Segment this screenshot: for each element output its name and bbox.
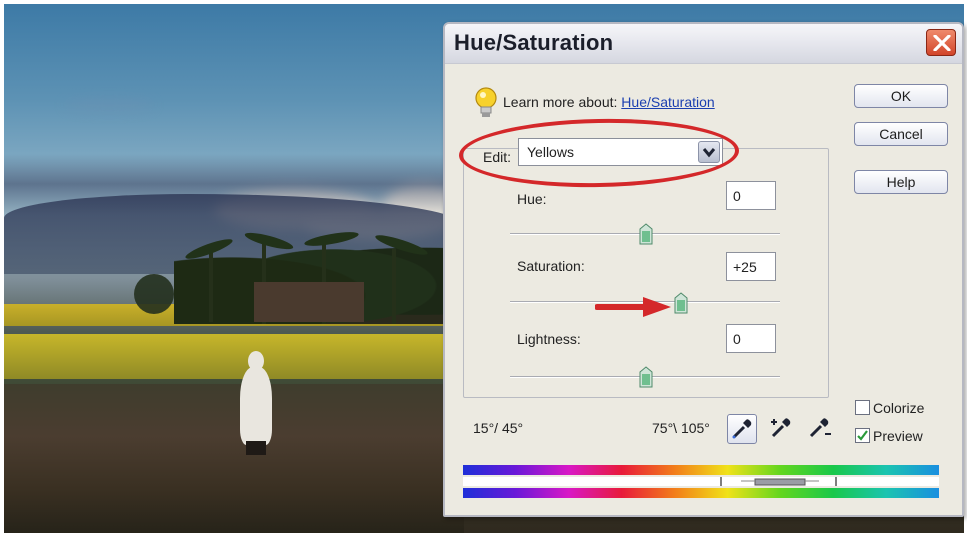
dialog-title: Hue/Saturation — [454, 30, 614, 55]
ok-button[interactable]: OK — [854, 84, 948, 108]
eyedropper-button[interactable] — [727, 414, 757, 444]
lightness-label: Lightness: — [517, 331, 581, 347]
lightbulb-icon — [475, 87, 497, 117]
color-spectrum-bottom — [463, 488, 939, 498]
range-handles[interactable] — [463, 477, 939, 486]
close-button[interactable] — [926, 29, 956, 56]
lightness-input[interactable]: 0 — [726, 324, 776, 353]
learn-more-prefix: Learn more about: — [503, 94, 618, 110]
saturation-slider-thumb[interactable] — [674, 292, 688, 314]
title-bar: Hue/Saturation — [445, 24, 962, 64]
hue-saturation-dialog: Hue/Saturation Learn more about: Hue/Sat… — [443, 22, 964, 517]
learn-more-text: Learn more about: Hue/Saturation — [503, 94, 715, 110]
color-spectrum-top — [463, 465, 939, 475]
colorize-checkbox[interactable] — [855, 400, 870, 415]
saturation-label: Saturation: — [517, 258, 585, 274]
checkmark-icon — [857, 430, 868, 441]
close-icon — [933, 35, 951, 51]
lightness-slider-thumb[interactable] — [639, 366, 653, 388]
preview-checkbox[interactable] — [855, 428, 870, 443]
range-right-label: 75°\ 105° — [652, 420, 710, 436]
learn-more-link[interactable]: Hue/Saturation — [621, 94, 714, 110]
eyedropper-minus-icon — [809, 418, 831, 438]
cancel-button[interactable]: Cancel — [854, 122, 948, 146]
colorize-checkbox-row[interactable]: Colorize — [855, 400, 924, 416]
hue-slider-thumb[interactable] — [639, 223, 653, 245]
range-bar — [463, 477, 939, 486]
range-left-label: 15°/ 45° — [473, 420, 524, 436]
hue-input[interactable]: 0 — [726, 181, 776, 210]
eyedropper-icon — [732, 419, 752, 439]
person-figure — [236, 349, 276, 455]
hue-label: Hue: — [517, 191, 547, 207]
saturation-input[interactable]: +25 — [726, 252, 776, 281]
eyedropper-add-button[interactable] — [767, 414, 797, 444]
eyedropper-plus-icon — [771, 418, 791, 438]
colorize-label: Colorize — [873, 400, 925, 416]
eyedropper-subtract-button[interactable] — [805, 414, 835, 444]
help-button[interactable]: Help — [854, 170, 948, 194]
preview-checkbox-row[interactable]: Preview — [855, 428, 923, 444]
preview-label: Preview — [873, 428, 923, 444]
red-arrow-annotation — [595, 297, 671, 317]
